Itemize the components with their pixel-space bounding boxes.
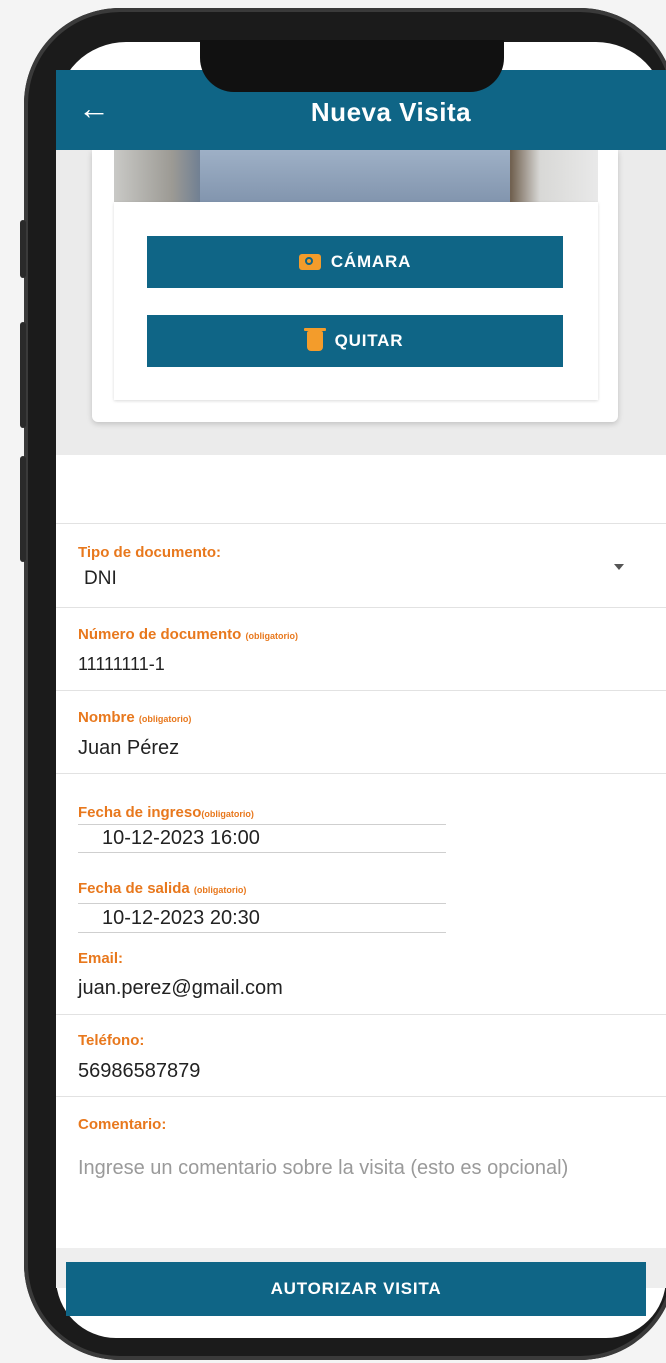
entry-date-field[interactable]: 10-12-2023 16:00 [102,827,260,850]
name-label: Nombre (obligatorio) [78,709,191,726]
phone-field[interactable]: 56986587879 [78,1060,200,1083]
divider [78,824,446,825]
divider [78,903,446,904]
phone-side-button [20,322,26,428]
name-label-text: Nombre [78,709,135,726]
chevron-down-icon[interactable] [614,564,624,570]
camera-button[interactable]: CÁMARA [147,236,563,288]
entry-date-label: Fecha de ingreso(obligatorio) [78,804,254,821]
divider [56,607,666,608]
required-note: (obligatorio) [193,885,247,895]
comment-field[interactable]: Ingrese un comentario sobre la visita (e… [78,1154,598,1182]
divider [56,773,666,774]
camera-icon [298,254,321,270]
divider [56,690,666,691]
required-note: (obligatorio) [245,631,299,641]
visitor-photo-detail [200,150,510,202]
remove-photo-button[interactable]: QUITAR [147,315,563,367]
divider [56,523,666,524]
visitor-photo [114,150,598,202]
entry-date-label-text: Fecha de ingreso [78,804,202,821]
remove-button-label: QUITAR [334,331,404,350]
doc-number-label: Número de documento (obligatorio) [78,626,298,643]
phone-notch [200,40,504,92]
doc-type-label: Tipo de documento: [78,544,222,561]
required-note: (obligatorio) [201,809,254,819]
exit-date-label-text: Fecha de salida [78,880,190,897]
divider [78,932,446,933]
phone-side-button [20,220,26,278]
divider [78,852,446,853]
comment-label: Comentario: [78,1116,167,1133]
exit-date-label: Fecha de salida (obligatorio) [78,880,246,897]
camera-button-label: CÁMARA [330,252,412,271]
email-label: Email: [78,950,124,967]
required-note: (obligatorio) [138,714,192,724]
divider [56,1096,666,1097]
exit-date-field[interactable]: 10-12-2023 20:30 [102,907,260,930]
trash-icon [303,328,326,351]
photo-actions-card [114,202,598,400]
phone-side-button [20,456,26,562]
doc-number-field[interactable]: 11111111-1 [78,654,165,675]
phone-label: Teléfono: [78,1032,145,1049]
doc-number-label-text: Número de documento [78,626,242,643]
name-field[interactable]: Juan Pérez [78,737,179,760]
divider [56,1014,666,1015]
page-title: Nueva Visita [310,97,472,127]
authorize-visit-button[interactable]: AUTORIZAR VISITA [66,1262,646,1316]
doc-type-select[interactable]: DNI [84,568,117,590]
email-field[interactable]: juan.perez@gmail.com [78,977,283,1000]
